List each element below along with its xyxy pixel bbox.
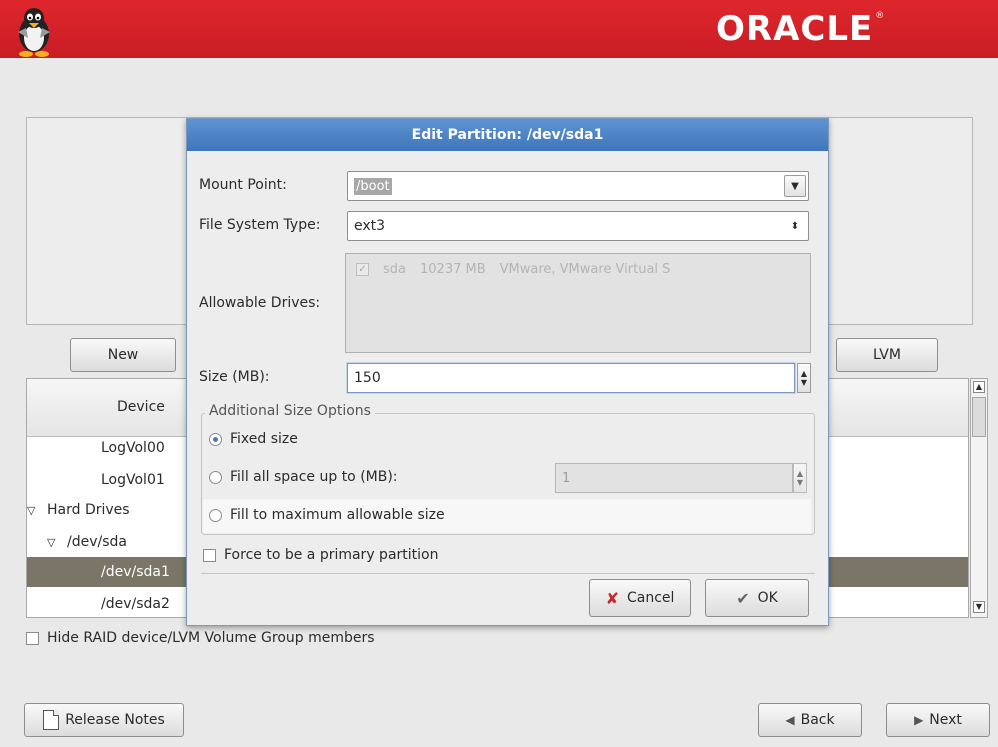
tree-row-label: /dev/sda2 bbox=[101, 596, 170, 612]
allowable-drives-label: Allowable Drives: bbox=[199, 295, 321, 311]
drive-name: sda bbox=[383, 262, 406, 277]
size-input[interactable]: 150 bbox=[347, 363, 795, 393]
tree-row-label: LogVol00 bbox=[101, 440, 165, 456]
tree-scrollbar[interactable]: ▲ ▼ bbox=[970, 378, 988, 618]
radio-icon[interactable] bbox=[209, 508, 222, 522]
ok-check-icon: ✔ bbox=[736, 588, 750, 608]
drive-row: ✓ sda 10237 MB VMware, VMware Virtual S bbox=[356, 262, 670, 277]
hide-raid-checkbox-row[interactable]: Hide RAID device/LVM Volume Group member… bbox=[26, 630, 375, 646]
expander-icon[interactable]: ▽ bbox=[27, 496, 39, 526]
ok-button[interactable]: ✔ OK bbox=[705, 579, 809, 617]
next-arrow-icon: ▶ bbox=[914, 713, 924, 727]
spin-down-icon[interactable]: ▼ bbox=[801, 378, 807, 387]
size-spinner[interactable]: ▲ ▼ bbox=[797, 363, 811, 393]
tree-row-label: /dev/sda1 bbox=[101, 564, 170, 580]
tree-row-label: /dev/sda bbox=[67, 534, 127, 550]
mount-point-value[interactable]: /boot bbox=[354, 177, 392, 195]
fill-up-to-radio[interactable]: Fill all space up to (MB): bbox=[209, 469, 398, 485]
updown-arrow-icon[interactable]: ⬍ bbox=[784, 215, 806, 237]
fill-up-spinner[interactable]: ▲ ▼ bbox=[793, 463, 807, 493]
fill-up-to-input[interactable]: 1 bbox=[555, 463, 793, 493]
tux-penguin-icon bbox=[18, 8, 50, 57]
force-primary-row[interactable]: Force to be a primary partition bbox=[203, 547, 438, 563]
size-options-legend: Additional Size Options bbox=[205, 403, 375, 419]
mount-point-combobox[interactable]: /boot ▼ bbox=[347, 171, 809, 201]
mount-point-label: Mount Point: bbox=[199, 177, 287, 193]
fill-max-radio[interactable]: Fill to maximum allowable size bbox=[209, 507, 445, 523]
cancel-button[interactable]: ✘ Cancel bbox=[589, 579, 691, 617]
hide-raid-label: Hide RAID device/LVM Volume Group member… bbox=[47, 630, 375, 646]
lvm-button[interactable]: LVM bbox=[836, 338, 938, 372]
drive-size: 10237 MB bbox=[420, 262, 486, 277]
scroll-down-arrow-icon[interactable]: ▼ bbox=[973, 601, 985, 613]
tree-row-label: Hard Drives bbox=[47, 502, 130, 518]
spin-up-icon[interactable]: ▲ bbox=[801, 369, 807, 378]
oracle-logo: ORACLE ® bbox=[716, 9, 886, 49]
tree-header-device: Device bbox=[117, 399, 165, 415]
next-button[interactable]: ▶ Next bbox=[886, 703, 990, 737]
document-icon bbox=[43, 710, 60, 730]
expander-icon[interactable]: ▽ bbox=[47, 528, 59, 558]
new-button[interactable]: New bbox=[70, 338, 176, 372]
scroll-thumb[interactable] bbox=[972, 397, 986, 437]
spin-up-icon[interactable]: ▲ bbox=[797, 469, 803, 478]
release-notes-button[interactable]: Release Notes bbox=[24, 703, 184, 737]
allowable-drives-list[interactable]: ✓ sda 10237 MB VMware, VMware Virtual S bbox=[345, 253, 811, 353]
spin-down-icon[interactable]: ▼ bbox=[797, 478, 803, 487]
fs-type-label: File System Type: bbox=[199, 217, 321, 233]
tree-row-label: LogVol01 bbox=[101, 472, 165, 488]
back-arrow-icon: ◀ bbox=[785, 713, 795, 727]
fixed-size-radio[interactable]: Fixed size bbox=[209, 431, 298, 447]
fs-type-value: ext3 bbox=[354, 218, 386, 234]
edit-partition-dialog: Edit Partition: /dev/sda1 Mount Point: /… bbox=[186, 118, 829, 626]
back-button[interactable]: ◀ Back bbox=[758, 703, 862, 737]
drive-model: VMware, VMware Virtual S bbox=[499, 262, 671, 277]
dropdown-arrow-icon[interactable]: ▼ bbox=[784, 175, 806, 197]
dialog-separator bbox=[201, 573, 815, 574]
fs-type-select[interactable]: ext3 ⬍ bbox=[347, 211, 809, 241]
force-primary-checkbox[interactable] bbox=[203, 548, 216, 562]
radio-icon[interactable] bbox=[209, 470, 222, 484]
cancel-x-icon: ✘ bbox=[605, 588, 619, 608]
hide-raid-checkbox[interactable] bbox=[26, 631, 39, 645]
drive-checkbox: ✓ bbox=[356, 263, 369, 276]
radio-selected-icon[interactable] bbox=[209, 432, 222, 446]
scroll-up-arrow-icon[interactable]: ▲ bbox=[973, 381, 985, 393]
size-label: Size (MB): bbox=[199, 369, 270, 385]
dialog-title: Edit Partition: /dev/sda1 bbox=[187, 119, 828, 151]
